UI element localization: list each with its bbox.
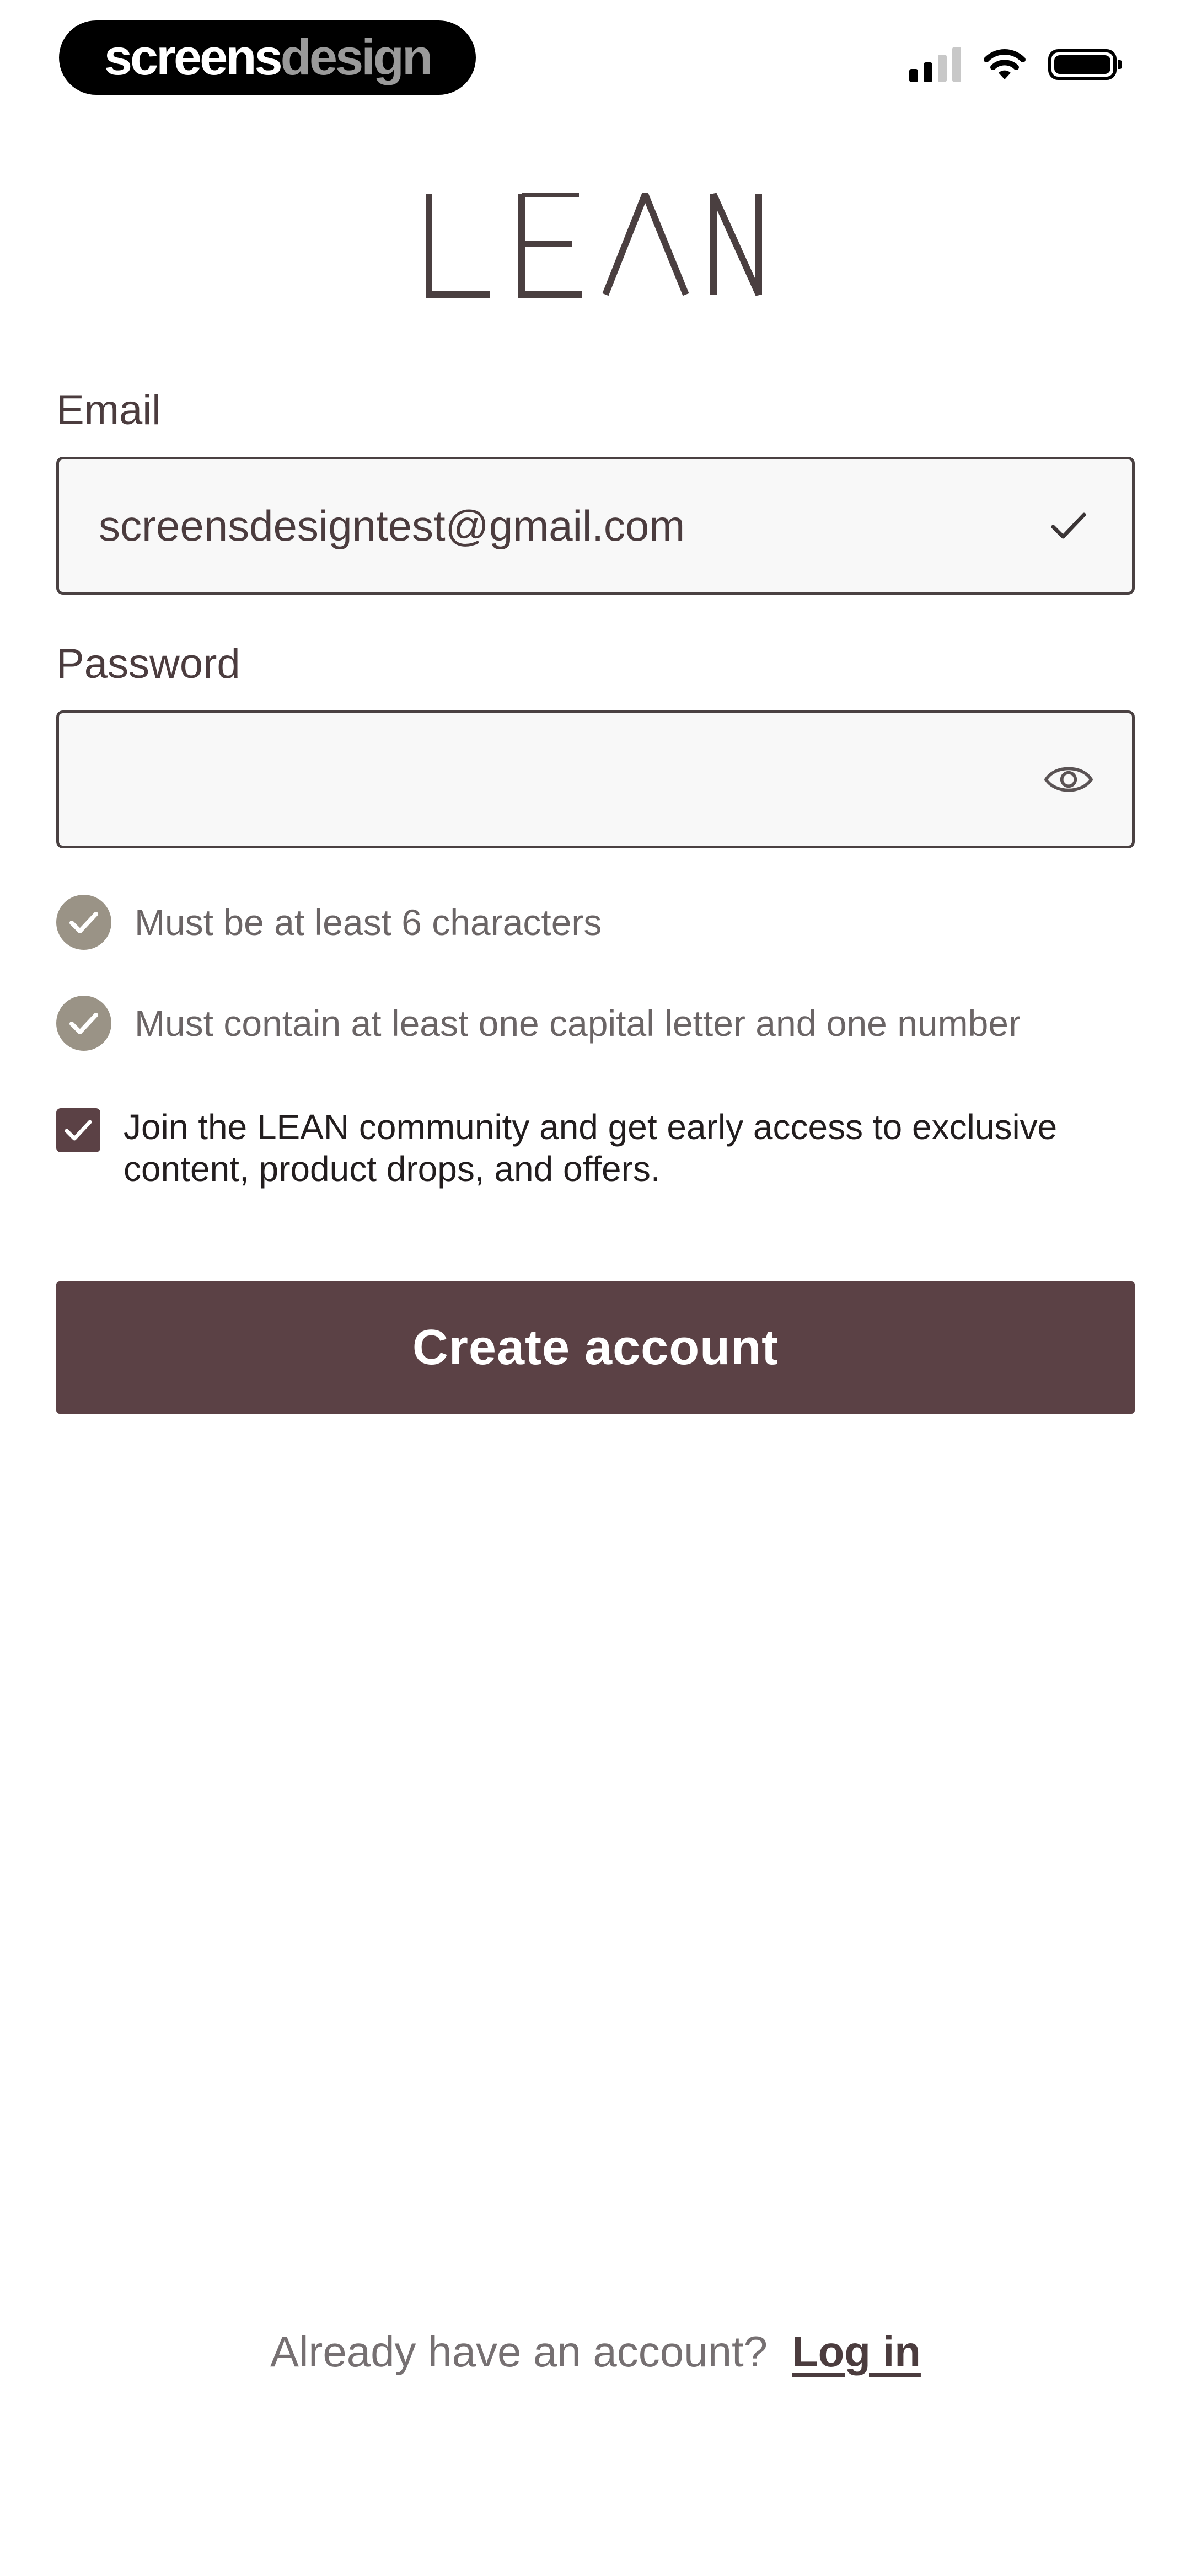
consent-checkbox[interactable]: [56, 1108, 100, 1152]
login-link[interactable]: Log in: [792, 2327, 921, 2377]
checkmark-icon: [1044, 501, 1093, 551]
wifi-icon: [984, 49, 1026, 79]
login-question: Already have an account?: [270, 2327, 768, 2376]
password-input[interactable]: [98, 753, 1044, 805]
battery-icon: [1048, 49, 1122, 80]
password-rule-complexity: Must contain at least one capital letter…: [56, 996, 1021, 1051]
consent-text: Join the LEAN community and get early ac…: [124, 1107, 1058, 1189]
rule-met-check-icon: [56, 996, 111, 1051]
watermark-part2: design: [280, 29, 433, 85]
status-icons: [909, 47, 1122, 82]
rule-met-check-icon: [56, 895, 111, 950]
screensdesign-watermark: screens design: [59, 20, 476, 95]
brand-logo: [0, 193, 1191, 298]
email-label: Email: [56, 387, 162, 434]
eye-icon[interactable]: [1044, 755, 1093, 804]
rule-text: Must be at least 6 characters: [135, 902, 602, 943]
login-prompt: Already have an account? Log in: [0, 2327, 1191, 2377]
email-field[interactable]: [56, 457, 1135, 595]
create-account-button[interactable]: Create account: [56, 1281, 1135, 1414]
signal-icon: [909, 47, 961, 82]
lean-logo: [426, 193, 762, 298]
signup-screen: screensdesign Email Password: [0, 0, 1191, 2576]
password-field[interactable]: [56, 710, 1135, 848]
email-input[interactable]: [98, 500, 1044, 552]
rule-text: Must contain at least one capital letter…: [135, 1003, 1021, 1044]
watermark-part1: screens: [104, 29, 283, 85]
checkmark-icon: [65, 1120, 92, 1141]
newsletter-consent: Join the LEAN community and get early ac…: [56, 1106, 1135, 1190]
password-label: Password: [56, 640, 240, 687]
password-rule-length: Must be at least 6 characters: [56, 895, 602, 950]
